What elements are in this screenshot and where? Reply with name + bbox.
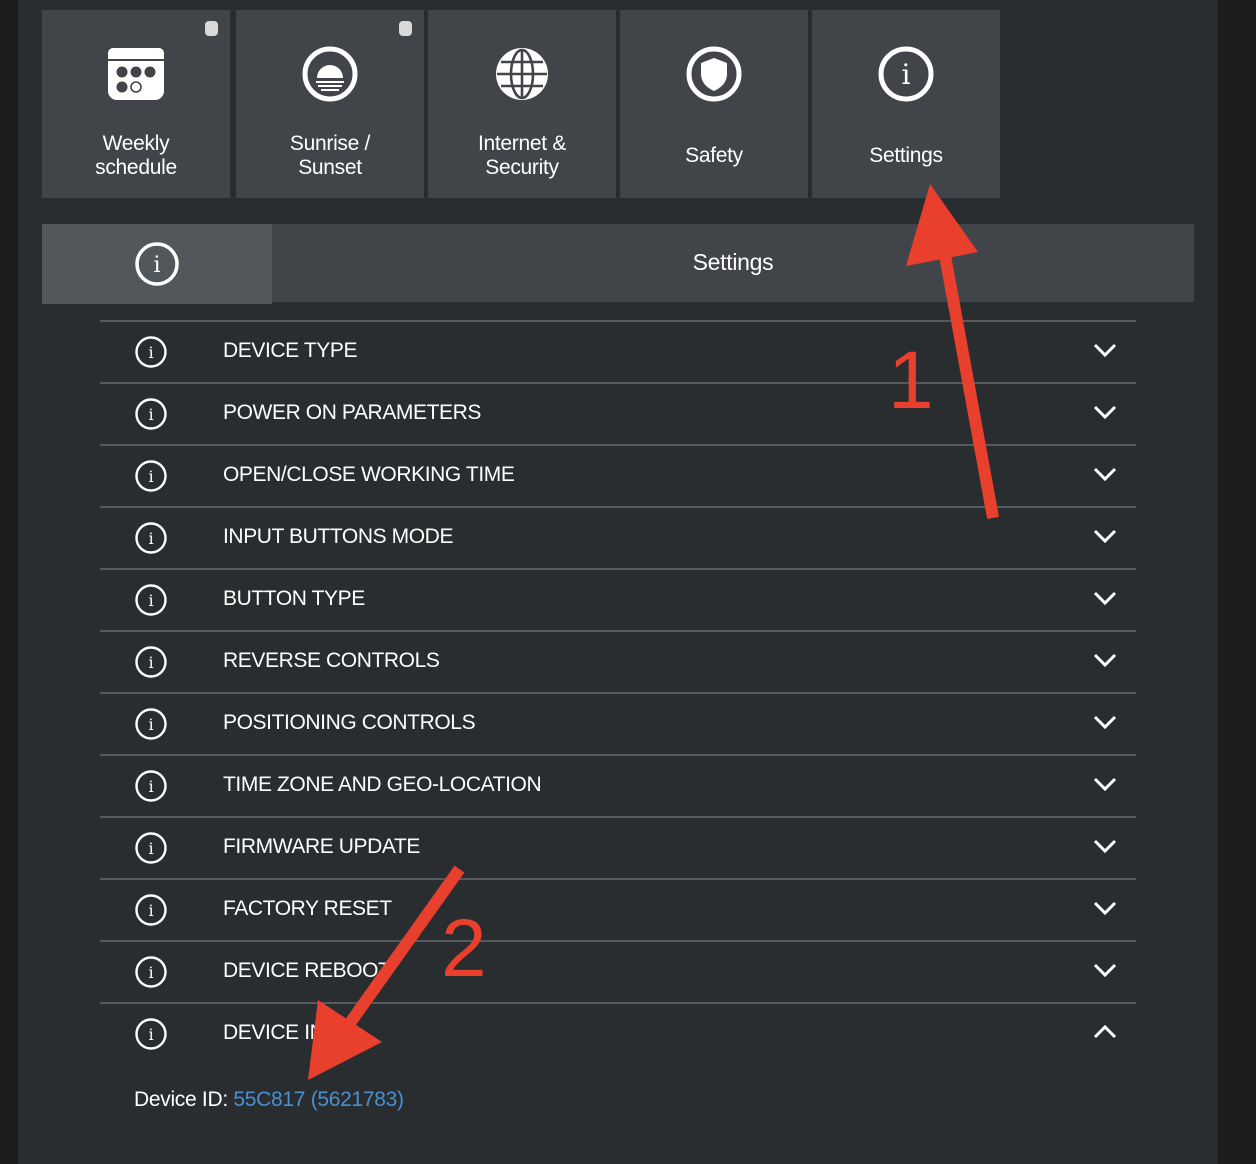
tile-safety[interactable]: Safety <box>620 10 808 198</box>
row-device-type[interactable]: i DEVICE TYPE <box>100 320 1136 382</box>
row-power-on-parameters[interactable]: i POWER ON PARAMETERS <box>100 382 1136 444</box>
chevron-up-icon[interactable] <box>1092 1024 1118 1040</box>
row-time-zone-geo-location[interactable]: i TIME ZONE AND GEO-LOCATION <box>100 754 1136 816</box>
shield-icon <box>686 46 742 102</box>
svg-text:i: i <box>148 405 153 424</box>
chevron-down-icon[interactable] <box>1092 466 1118 482</box>
annotation-number-2: 2 <box>441 903 487 994</box>
status-dot <box>205 21 218 36</box>
tile-internet-security[interactable]: Internet & Security <box>428 10 616 198</box>
row-firmware-update[interactable]: i FIRMWARE UPDATE <box>100 816 1136 878</box>
svg-text:i: i <box>148 467 153 486</box>
header-icon-box: i <box>42 224 272 304</box>
svg-text:i: i <box>148 343 153 362</box>
tile-label: Internet & Security <box>477 132 567 179</box>
tile-label: Settings <box>869 144 943 167</box>
info-icon: i <box>135 336 167 368</box>
svg-text:i: i <box>148 839 153 858</box>
svg-text:i: i <box>148 901 153 920</box>
chevron-down-icon[interactable] <box>1092 776 1118 792</box>
tile-label: Safety <box>685 144 743 167</box>
chevron-down-icon[interactable] <box>1092 900 1118 916</box>
chevron-down-icon[interactable] <box>1092 590 1118 606</box>
sunrise-icon <box>302 46 358 102</box>
svg-text:i: i <box>148 591 153 610</box>
row-input-buttons-mode[interactable]: i INPUT BUTTONS MODE <box>100 506 1136 568</box>
row-button-type[interactable]: i BUTTON TYPE <box>100 568 1136 630</box>
row-reverse-controls[interactable]: i REVERSE CONTROLS <box>100 630 1136 692</box>
row-label: TIME ZONE AND GEO-LOCATION <box>223 773 542 796</box>
info-icon: i <box>135 708 167 740</box>
status-dot <box>399 21 412 36</box>
tile-settings[interactable]: i Settings <box>812 10 1000 198</box>
chevron-down-icon[interactable] <box>1092 404 1118 420</box>
tile-label: Sunrise / Sunset <box>289 132 371 179</box>
svg-text:i: i <box>153 253 160 278</box>
row-label: INPUT BUTTONS MODE <box>223 525 454 548</box>
annotation-number-1: 1 <box>888 335 934 426</box>
row-positioning-controls[interactable]: i POSITIONING CONTROLS <box>100 692 1136 754</box>
row-open-close-working-time[interactable]: i OPEN/CLOSE WORKING TIME <box>100 444 1136 506</box>
info-icon: i <box>135 522 167 554</box>
row-label: FIRMWARE UPDATE <box>223 835 420 858</box>
info-icon: i <box>135 242 179 286</box>
page-title: Settings <box>692 249 774 275</box>
svg-text:i: i <box>902 58 911 91</box>
chevron-down-icon[interactable] <box>1092 714 1118 730</box>
chevron-down-icon[interactable] <box>1092 528 1118 544</box>
svg-text:i: i <box>148 777 153 796</box>
svg-text:i: i <box>148 963 153 982</box>
tile-weekly-schedule[interactable]: Weekly schedule <box>42 10 230 198</box>
row-label: REVERSE CONTROLS <box>223 649 440 672</box>
info-icon: i <box>135 646 167 678</box>
tile-sunrise-sunset[interactable]: Sunrise / Sunset <box>236 10 424 198</box>
info-icon: i <box>135 770 167 802</box>
device-id-value[interactable]: 55C817 (5621783) <box>233 1088 404 1111</box>
device-id-label: Device ID: <box>134 1088 228 1111</box>
globe-icon <box>496 48 548 100</box>
svg-text:i: i <box>148 715 153 734</box>
info-icon: i <box>135 956 167 988</box>
row-label: POWER ON PARAMETERS <box>223 401 482 424</box>
tile-label: Weekly schedule <box>95 132 177 179</box>
row-label: BUTTON TYPE <box>223 587 365 610</box>
row-label: POSITIONING CONTROLS <box>223 711 476 734</box>
section-header: i Settings <box>42 224 1194 304</box>
row-label: OPEN/CLOSE WORKING TIME <box>223 463 515 486</box>
info-icon: i <box>135 398 167 430</box>
svg-text:i: i <box>148 529 153 548</box>
row-label: FACTORY RESET <box>223 897 392 920</box>
svg-text:i: i <box>148 653 153 672</box>
chevron-down-icon[interactable] <box>1092 652 1118 668</box>
settings-list: i DEVICE TYPE i POWER ON PARAMETERS i OP… <box>100 320 1136 1064</box>
info-icon: i <box>135 1018 167 1050</box>
calendar-icon <box>108 48 164 100</box>
info-icon: i <box>135 460 167 492</box>
row-device-reboot[interactable]: i DEVICE REBOOT <box>100 940 1136 1002</box>
row-label: DEVICE TYPE <box>223 339 358 362</box>
info-icon: i <box>135 894 167 926</box>
row-label: DEVICE INFO <box>223 1021 353 1044</box>
chevron-down-icon[interactable] <box>1092 962 1118 978</box>
chevron-down-icon[interactable] <box>1092 838 1118 854</box>
row-factory-reset[interactable]: i FACTORY RESET <box>100 878 1136 940</box>
chevron-down-icon[interactable] <box>1092 342 1118 358</box>
info-icon: i <box>135 584 167 616</box>
info-icon: i <box>135 832 167 864</box>
row-label: DEVICE REBOOT <box>223 959 391 982</box>
info-icon: i <box>878 46 934 102</box>
device-id: Device ID: 55C817 (5621783) <box>134 1088 404 1112</box>
row-device-info[interactable]: i DEVICE INFO <box>100 1002 1136 1064</box>
svg-text:i: i <box>148 1025 153 1044</box>
